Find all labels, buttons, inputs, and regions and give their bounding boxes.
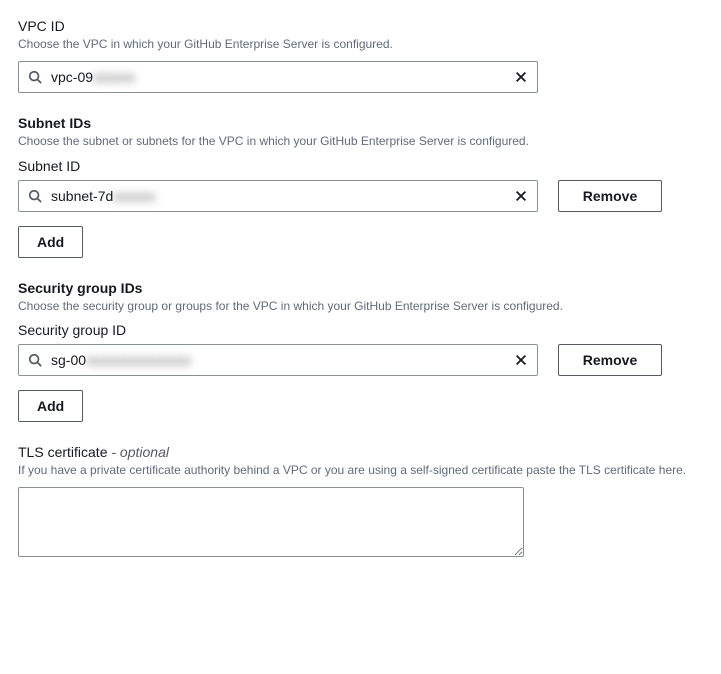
security-groups-heading: Security group IDs (18, 280, 703, 296)
subnet-input-wrap: subnet-7dxxxxxx (18, 180, 538, 212)
security-group-item-label: Security group ID (18, 322, 703, 338)
remove-security-group-button[interactable]: Remove (558, 344, 662, 376)
remove-subnet-button[interactable]: Remove (558, 180, 662, 212)
security-groups-section: Security group IDs Choose the security g… (18, 280, 703, 423)
security-group-value-visible: sg-00 (51, 352, 86, 368)
close-icon[interactable] (512, 351, 530, 369)
vpc-value-redacted: xxxxxx (93, 69, 135, 85)
add-subnet-button[interactable]: Add (18, 226, 83, 258)
vpc-section: VPC ID Choose the VPC in which your GitH… (18, 18, 703, 93)
tls-help: If you have a private certificate author… (18, 462, 703, 479)
vpc-input-wrap: vpc-09xxxxxx (18, 61, 538, 93)
vpc-label: VPC ID (18, 18, 703, 34)
security-group-value-redacted: xxxxxxxxxxxxxxx (86, 352, 191, 368)
vpc-help: Choose the VPC in which your GitHub Ente… (18, 36, 703, 53)
tls-optional-text: - optional (107, 444, 168, 460)
close-icon[interactable] (512, 68, 530, 86)
tls-textarea[interactable] (18, 487, 524, 557)
tls-label: TLS certificate - optional (18, 444, 703, 460)
add-security-group-button[interactable]: Add (18, 390, 83, 422)
vpc-input[interactable]: vpc-09xxxxxx (18, 61, 538, 93)
subnets-help: Choose the subnet or subnets for the VPC… (18, 133, 703, 150)
security-group-input[interactable]: sg-00xxxxxxxxxxxxxxx (18, 344, 538, 376)
close-icon[interactable] (512, 187, 530, 205)
vpc-value-visible: vpc-09 (51, 69, 93, 85)
security-group-input-wrap: sg-00xxxxxxxxxxxxxxx (18, 344, 538, 376)
subnets-section: Subnet IDs Choose the subnet or subnets … (18, 115, 703, 258)
subnet-item-label: Subnet ID (18, 158, 703, 174)
subnet-value-visible: subnet-7d (51, 188, 113, 204)
tls-section: TLS certificate - optional If you have a… (18, 444, 703, 560)
tls-label-text: TLS certificate (18, 444, 107, 460)
subnets-heading: Subnet IDs (18, 115, 703, 131)
subnet-input[interactable]: subnet-7dxxxxxx (18, 180, 538, 212)
subnet-value-redacted: xxxxxx (113, 188, 155, 204)
security-groups-help: Choose the security group or groups for … (18, 298, 703, 315)
